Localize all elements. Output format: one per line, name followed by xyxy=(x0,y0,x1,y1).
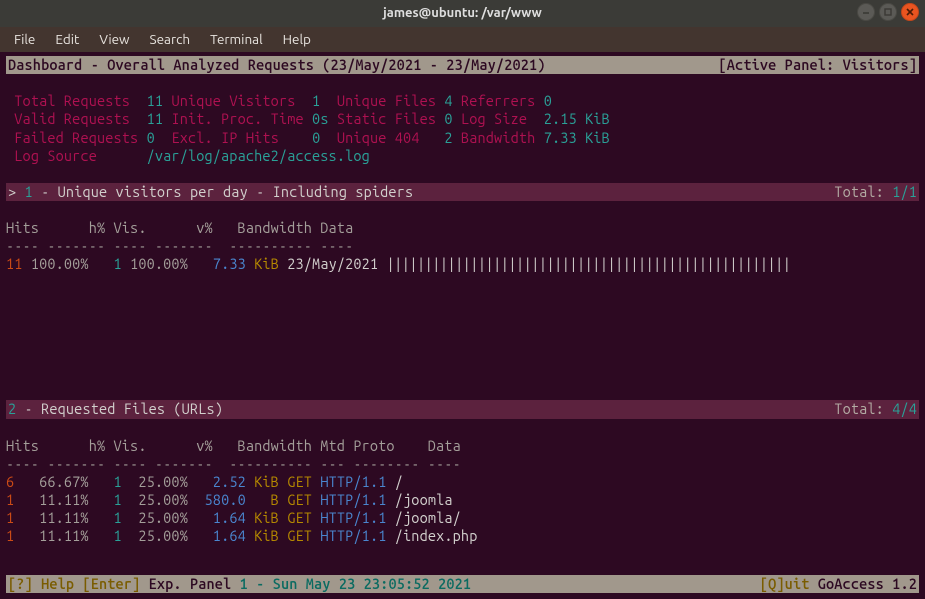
active-panel-label: [Active Panel: Visitors] xyxy=(719,56,917,74)
stats-row-1: Total Requests 11 Unique Visitors 1 Uniq… xyxy=(6,92,919,110)
stats-row-4: Log Source /var/log/apache2/access.log xyxy=(6,147,919,165)
menubar: File Edit View Search Terminal Help xyxy=(0,27,925,52)
menu-terminal[interactable]: Terminal xyxy=(202,29,271,50)
status-line: [?] Help [Enter] Exp. Panel 1 - Sun May … xyxy=(6,575,919,593)
blank-row xyxy=(6,165,919,183)
dashboard-title: Dashboard - Overall Analyzed Requests (2… xyxy=(8,56,546,74)
quit-hint: [Q]uit xyxy=(760,575,818,592)
panel-2-header[interactable]: 2 - Requested Files (URLs) Total: 4/4 xyxy=(6,400,919,418)
help-hint: [?] Help xyxy=(8,575,82,592)
panel-1-dashes: ---- ------- ---- ------- ---------- ---… xyxy=(6,237,919,255)
menu-search[interactable]: Search xyxy=(142,29,199,50)
blank-row xyxy=(6,310,919,328)
blank-row xyxy=(6,292,919,310)
window-title: james@ubuntu: /var/www xyxy=(0,5,925,21)
stats-row-3: Failed Requests 0 Excl. IP Hits 0 Unique… xyxy=(6,129,919,147)
table-row: 6 66.67% 1 25.00% 2.52 KiB GET HTTP/1.1 … xyxy=(6,473,919,491)
close-icon[interactable] xyxy=(901,3,919,21)
window-titlebar: james@ubuntu: /var/www xyxy=(0,0,925,27)
exp-panel-label: Exp. Panel xyxy=(149,575,240,592)
app-version: GoAccess 1.2 xyxy=(818,575,917,592)
menu-edit[interactable]: Edit xyxy=(47,29,87,50)
blank-row xyxy=(6,201,919,219)
blank-row xyxy=(6,274,919,292)
window-buttons xyxy=(857,3,919,21)
blank-row xyxy=(6,419,919,437)
blank-row xyxy=(6,328,919,346)
minimize-icon[interactable] xyxy=(857,3,875,21)
terminal[interactable]: Dashboard - Overall Analyzed Requests (2… xyxy=(0,52,925,599)
current-panel-time: 1 - Sun May 23 23:05:52 2021 xyxy=(240,575,472,592)
table-row: 1 11.11% 1 25.00% 580.0 B GET HTTP/1.1 /… xyxy=(6,491,919,509)
panel-1-header[interactable]: > 1 - Unique visitors per day - Includin… xyxy=(6,183,919,201)
enter-hint: [Enter] xyxy=(82,575,148,592)
blank-row xyxy=(6,74,919,92)
dashboard-header: Dashboard - Overall Analyzed Requests (2… xyxy=(6,56,919,74)
blank-row xyxy=(6,364,919,382)
panel-1-row: 11 100.00% 1 100.00% 7.33 KiB 23/May/202… xyxy=(6,255,919,273)
bargraph-icon: ||||||||||||||||||||||||||||||||||||||||… xyxy=(386,255,790,272)
menu-view[interactable]: View xyxy=(91,29,137,50)
maximize-icon[interactable] xyxy=(879,3,897,21)
table-row: 1 11.11% 1 25.00% 1.64 KiB GET HTTP/1.1 … xyxy=(6,527,919,545)
blank-row xyxy=(6,346,919,364)
panel-1-columns: Hits h% Vis. v% Bandwidth Data xyxy=(6,219,919,237)
blank-row xyxy=(6,382,919,400)
stats-row-2: Valid Requests 11 Init. Proc. Time 0s St… xyxy=(6,110,919,128)
table-row: 1 11.11% 1 25.00% 1.64 KiB GET HTTP/1.1 … xyxy=(6,509,919,527)
menu-file[interactable]: File xyxy=(6,29,43,50)
menu-help[interactable]: Help xyxy=(275,29,319,50)
panel-2-columns: Hits h% Vis. v% Bandwidth Mtd Proto Data xyxy=(6,437,919,455)
panel-2-dashes: ---- ------- ---- ------- ---------- ---… xyxy=(6,455,919,473)
